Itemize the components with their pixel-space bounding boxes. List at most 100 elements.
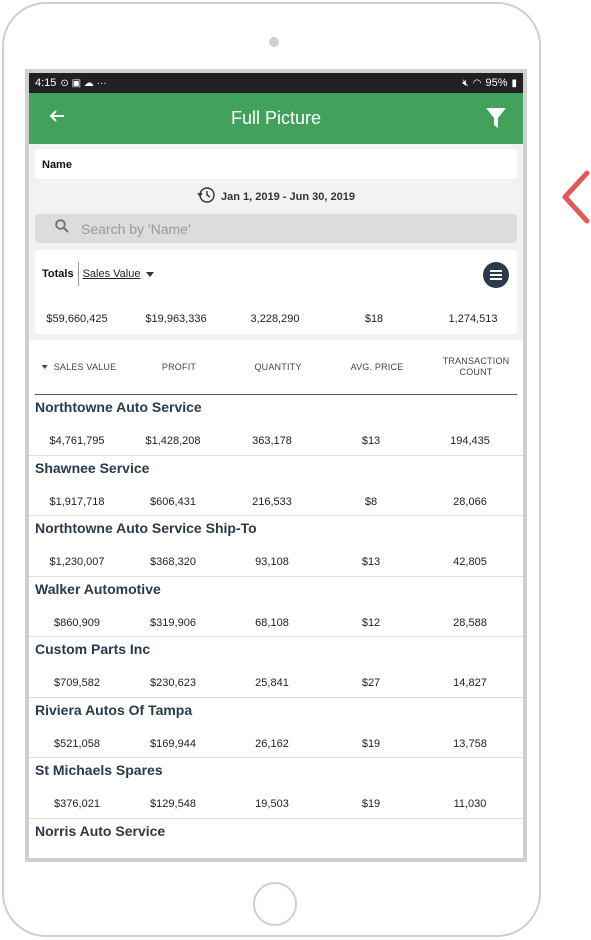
column-label: PROFIT [161,361,197,372]
row-name: Norris Auto Service [35,822,166,839]
row-avg-price: $8 [364,495,378,508]
row-sales-value: $860,909 [54,616,100,629]
wifi-icon: ◠ [472,77,482,89]
date-range-text: Jan 1, 2019 - Jun 30, 2019 [221,190,355,203]
row-profit: $606,431 [150,495,196,508]
row-transaction-count: 28,588 [453,616,487,629]
total-transaction-count: 1,274,513 [448,313,498,325]
row-name: St Michaels Spares [35,762,163,778]
row-transaction-count: 11,030 [453,798,487,810]
tablet-frame: 4:15 ⊙ ▣ ☁ ··· 🔇︎ ◠ 95% ▮ Full Picture N… [2,2,541,937]
chevron-left-icon[interactable] [560,170,590,224]
back-arrow-icon[interactable] [49,105,65,129]
list-item[interactable]: Shawnee Service $1,917,718 $606,431 216,533… [29,456,523,516]
row-transaction-count: 13,758 [453,737,487,750]
row-transaction-count: 28,066 [453,495,487,508]
list-item[interactable]: Northtowne Auto Service Ship-To $1,230,00… [29,516,523,577]
mute-icon: 🔇︎ [462,77,469,89]
column-header-sales-value[interactable]: SALES VALUE [41,340,117,394]
row-profit: $368,320 [150,556,196,568]
row-avg-price: $19 [361,737,381,750]
row-quantity: 216,533 [252,495,292,508]
chevron-down-icon [146,271,155,277]
row-quantity: 363,178 [252,435,292,447]
row-sales-value: $376,021 [54,798,100,810]
row-quantity: 25,841 [255,677,289,689]
column-header-transaction-count[interactable]: TRANSACTION COUNT [443,340,510,394]
row-quantity: 68,108 [255,616,289,629]
menu-icon[interactable] [483,262,509,288]
column-header-avg-price[interactable]: AVG. PRICE [351,340,404,394]
total-profit: $19,963,336 [145,313,207,325]
list-item[interactable]: Northtowne Auto Service $4,761,795 $1,428,… [29,395,523,456]
total-sales-value: $59,660,425 [46,313,108,325]
row-transaction-count: 42,805 [453,556,487,568]
row-sales-value: $1,917,718 [49,495,105,508]
column-label: TRANSACTION [442,356,510,366]
row-transaction-count: 14,827 [453,677,487,689]
column-headers: SALES VALUE PROFIT QUANTITY AVG. PRICE T… [35,340,517,395]
row-quantity: 93,108 [255,556,289,568]
row-name: Northtowne Auto Service Ship-To [35,520,257,536]
row-sales-value: $1,230,007 [49,556,105,568]
sort-metric-dropdown[interactable]: Sales Value [79,268,155,280]
row-profit: $319,906 [150,616,196,629]
row-name: Custom Parts Inc [35,641,151,657]
row-sales-value: $709,582 [54,677,100,689]
status-bar: 4:15 ⊙ ▣ ☁ ··· 🔇︎ ◠ 95% ▮ [29,73,523,93]
row-avg-price: $13 [361,556,381,568]
row-sales-value: $521,058 [54,737,100,750]
totals-label: Totals [42,262,79,286]
name-field[interactable]: Name [35,149,517,179]
column-label: COUNT [459,367,493,377]
history-icon [197,186,215,207]
row-sales-value: $4,761,795 [49,435,105,447]
results-list: SALES VALUE PROFIT QUANTITY AVG. PRICE T… [29,340,523,859]
row-quantity: 19,503 [255,798,289,810]
battery-level: 95% [485,77,508,89]
rows-container: Northtowne Auto Service $4,761,795 $1,428,… [29,395,523,859]
totals-card: Totals Sales Value $59,660,425 $19,963,3… [35,250,517,334]
home-button[interactable] [253,882,297,926]
battery-icon: ▮ [511,77,517,89]
list-item[interactable]: Riviera Autos Of Tampa $521,058 $169,944 26… [29,698,523,758]
search-icon [55,219,69,238]
row-avg-price: $12 [361,616,381,629]
notification-icons: ⊙ ▣ ☁ ··· [60,77,107,89]
row-avg-price: $19 [361,798,381,810]
sort-metric-value: Sales Value [82,268,141,280]
list-item[interactable]: St Michaels Spares $376,021 $129,548 19,503… [29,758,523,819]
column-header-profit[interactable]: PROFIT [162,340,196,394]
search-bar[interactable] [35,214,517,243]
screen: 4:15 ⊙ ▣ ☁ ··· 🔇︎ ◠ 95% ▮ Full Picture N… [25,69,527,862]
row-transaction-count: 194,435 [450,435,490,447]
row-name: Riviera Autos Of Tampa [35,701,193,718]
row-name: Northtowne Auto Service [35,399,202,415]
row-avg-price: $27 [361,677,381,689]
page-title: Full Picture [230,108,322,128]
camera-dot [269,37,279,47]
column-label: QUANTITY [254,361,302,372]
name-field-label: Name [42,159,72,171]
column-label: SALES VALUE [53,361,117,372]
row-profit: $230,623 [150,677,196,689]
list-item[interactable]: Custom Parts Inc $709,582 $230,623 25,841 $2… [29,637,523,698]
date-range-selector[interactable]: Jan 1, 2019 - Jun 30, 2019 [29,179,523,214]
row-name: Walker Automotive [35,580,161,597]
row-name: Shawnee Service [35,459,150,476]
filter-icon[interactable] [485,107,507,134]
row-profit: $129,548 [150,798,196,810]
sort-desc-icon [41,365,48,369]
total-avg-price: $18 [364,313,384,325]
search-input[interactable] [81,220,461,237]
list-item[interactable]: Walker Automotive $860,909 $319,906 68,108 $… [29,577,523,637]
status-time: 4:15 [35,77,57,89]
row-profit: $1,428,208 [145,435,201,447]
app-bar: Full Picture [29,93,523,144]
column-header-quantity[interactable]: QUANTITY [254,340,301,394]
row-profit: $169,944 [150,737,196,750]
list-item[interactable]: Norris Auto Service [29,819,523,859]
total-quantity: 3,228,290 [250,313,300,325]
column-label: AVG. PRICE [350,361,404,372]
row-quantity: 26,162 [255,737,289,750]
